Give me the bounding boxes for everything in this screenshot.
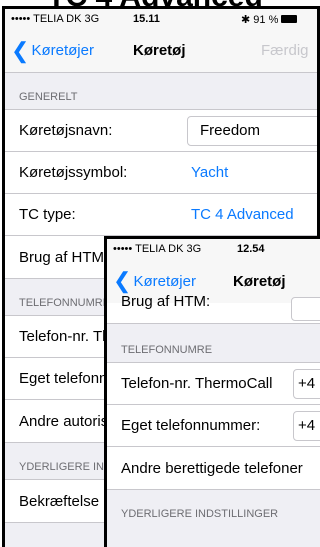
vehicle-symbol-label: Køretøjssymbol: bbox=[19, 164, 128, 181]
vehicle-name-value: Freedom bbox=[200, 122, 261, 139]
chevron-left-icon-2: ❮ bbox=[113, 268, 132, 293]
phone-screen-2: ••••• TELIA DK 3G 12.54 ❮ Køretøjer Køre… bbox=[104, 236, 320, 547]
back-button-label-2: Køretøjer bbox=[133, 272, 196, 290]
htm-toggle-2[interactable] bbox=[291, 297, 320, 321]
own-phone-value-2: +4 bbox=[298, 417, 316, 434]
nav-bar: ❮ Køretøjer Køretøj Færdig bbox=[5, 29, 317, 73]
section-header-more-2: YDERLIGERE INDSTILLINGER bbox=[121, 508, 279, 520]
other-phones-row-2[interactable]: Andre berettigede telefoner bbox=[107, 447, 320, 489]
vehicle-symbol-value: Yacht bbox=[191, 164, 229, 181]
thermocall-phone-field-2[interactable]: +4 bbox=[293, 368, 320, 399]
back-button-2[interactable]: ❮ Køretøjer bbox=[113, 270, 196, 292]
vehicle-name-row: Køretøjsnavn: Freedom bbox=[5, 110, 317, 152]
status-bar-2: ••••• TELIA DK 3G 12.54 bbox=[107, 239, 320, 259]
battery-indicator: ✱ 91 % bbox=[241, 13, 298, 26]
thermocall-phone-value-2: +4 bbox=[298, 375, 316, 392]
vehicle-name-label: Køretøjsnavn: bbox=[19, 122, 113, 139]
own-phone-row-2: Eget telefonnummer: +4 bbox=[107, 405, 320, 447]
htm-label: Brug af HTM: bbox=[19, 248, 109, 266]
own-phone-field-2[interactable]: +4 bbox=[293, 410, 320, 441]
vehicle-name-field[interactable]: Freedom bbox=[187, 115, 317, 146]
battery-icon bbox=[281, 15, 298, 23]
section-general: GENERELT bbox=[5, 73, 317, 109]
vehicle-symbol-row[interactable]: Køretøjssymbol: Yacht bbox=[5, 152, 317, 194]
nav-title: Køretøj bbox=[133, 42, 186, 59]
phones-group-2: Telefon-nr. ThermoCall +4 Eget telefonnu… bbox=[107, 362, 320, 490]
section-more-2: YDERLIGERE INDSTILLINGER bbox=[107, 490, 320, 526]
battery-label: ✱ 91 % bbox=[241, 13, 279, 26]
nav-title-2: Køretøj bbox=[233, 272, 286, 290]
status-bar: ••••• TELIA DK 3G 15.11 ✱ 91 % bbox=[5, 9, 317, 29]
tc-type-label: TC type: bbox=[19, 206, 76, 223]
htm-group-2: Brug af HTM: bbox=[107, 293, 320, 324]
own-phone-label-2: Eget telefonnummer: bbox=[121, 417, 261, 434]
back-button-label: Køretøjer bbox=[31, 42, 94, 59]
clock: 15.11 bbox=[133, 13, 160, 25]
back-button[interactable]: ❮ Køretøjer bbox=[11, 37, 94, 63]
tc-type-row[interactable]: TC type: TC 4 Advanced bbox=[5, 194, 317, 236]
carrier-label: ••••• TELIA DK 3G bbox=[11, 13, 100, 25]
section-header-phones-2: TELEFONNUMRE bbox=[121, 344, 213, 356]
section-phones-2: TELEFONNUMRE bbox=[107, 324, 320, 362]
tc-type-value: TC 4 Advanced bbox=[191, 206, 294, 223]
done-button[interactable]: Færdig bbox=[261, 42, 309, 59]
htm-row-2: Brug af HTM: bbox=[107, 293, 320, 323]
other-phones-label-2: Andre berettigede telefoner bbox=[121, 459, 303, 477]
carrier-label-2: ••••• TELIA DK 3G bbox=[113, 243, 202, 255]
htm-label-2: Brug af HTM: bbox=[121, 293, 211, 310]
section-header-general: GENERELT bbox=[19, 91, 78, 103]
chevron-left-icon: ❮ bbox=[11, 37, 30, 63]
thermocall-phone-label-2: Telefon-nr. ThermoCall bbox=[121, 375, 273, 392]
confirm-label: Bekræftelse bbox=[19, 492, 100, 510]
clock-2: 12.54 bbox=[237, 243, 265, 255]
thermocall-phone-row-2: Telefon-nr. ThermoCall +4 bbox=[107, 363, 320, 405]
